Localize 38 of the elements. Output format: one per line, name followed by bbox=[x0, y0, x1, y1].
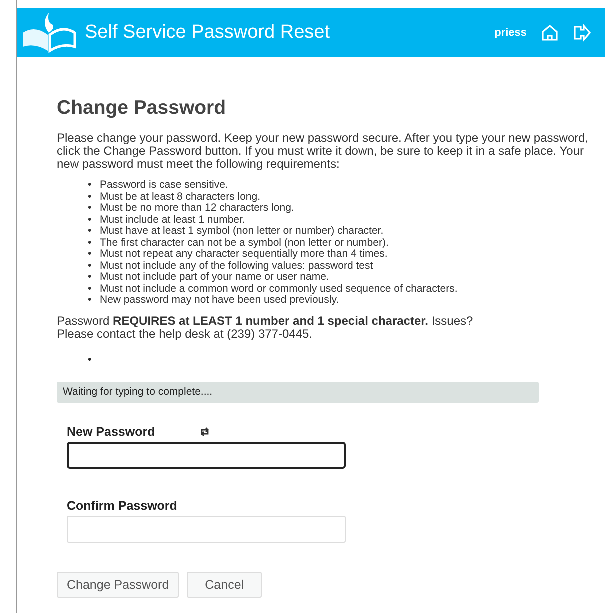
bullet-mark: • bbox=[88, 354, 92, 366]
toggle-arrows-icon[interactable] bbox=[199, 426, 212, 436]
requirement-item: Must not repeat any character sequentially more than 4 times. bbox=[100, 249, 388, 260]
book-flame-logo-icon bbox=[21, 10, 77, 54]
field-label: New Password bbox=[67, 424, 156, 438]
requirement-item: Must be no more than 12 characters long. bbox=[100, 203, 294, 214]
page-heading: Change Password bbox=[57, 97, 228, 120]
bullet-mark: • bbox=[88, 180, 93, 192]
requirement-item: Must be at least 8 characters long. bbox=[100, 192, 260, 202]
requirement-item: Password is case sensitive. bbox=[100, 180, 228, 192]
instructions-text: Please change your password. Keep your new password secure. After you type your new password, click the Change Password button. If you must write it down, be sure to keep it in a safe place. Your new password must meet the following requirements: bbox=[57, 132, 590, 171]
change-password-button[interactable]: Change Password bbox=[57, 572, 180, 598]
bullet-mark: • bbox=[88, 249, 93, 260]
bullet-mark: • bbox=[88, 214, 93, 226]
bullet-mark: • bbox=[88, 272, 93, 284]
requirement-item: Must not include a common word or commonly used sequence of characters. bbox=[100, 284, 458, 294]
cancel-button[interactable]: Cancel bbox=[187, 572, 262, 598]
requirements-note: Password REQUIRES at LEAST 1 number and 1 special character. Issues? bbox=[57, 314, 474, 328]
bullet-mark: • bbox=[88, 284, 93, 295]
bullet-mark: • bbox=[88, 260, 93, 272]
requirement-item: Must have at least 1 symbol (non letter or number) character. bbox=[100, 226, 384, 238]
requirements-note: Please contact the help desk at (239) 377-0445. bbox=[57, 328, 314, 340]
bullet-mark: • bbox=[88, 192, 93, 203]
app-title: Self Service Password Reset bbox=[85, 22, 331, 44]
field-label: Confirm Password bbox=[67, 498, 178, 512]
requirement-item: New password may not have been used previously. bbox=[100, 295, 340, 306]
requirement-item: Must include at least 1 number. bbox=[100, 214, 246, 226]
logout-icon[interactable] bbox=[573, 24, 591, 42]
requirement-item: The first character can not be a symbol (non letter or number). bbox=[100, 238, 389, 248]
bullet-mark: • bbox=[88, 295, 93, 306]
bullet-mark: • bbox=[88, 238, 93, 249]
requirement-item: Must not include any of the following values: password test bbox=[100, 260, 374, 272]
bullet-mark: • bbox=[88, 226, 93, 238]
requirement-item: Must not include part of your name or user name. bbox=[100, 272, 330, 284]
bullet-mark: • bbox=[88, 203, 93, 214]
password-field[interactable] bbox=[67, 442, 346, 468]
home-icon[interactable] bbox=[541, 24, 559, 42]
status-message: Waiting for typing to complete.... bbox=[57, 382, 539, 402]
